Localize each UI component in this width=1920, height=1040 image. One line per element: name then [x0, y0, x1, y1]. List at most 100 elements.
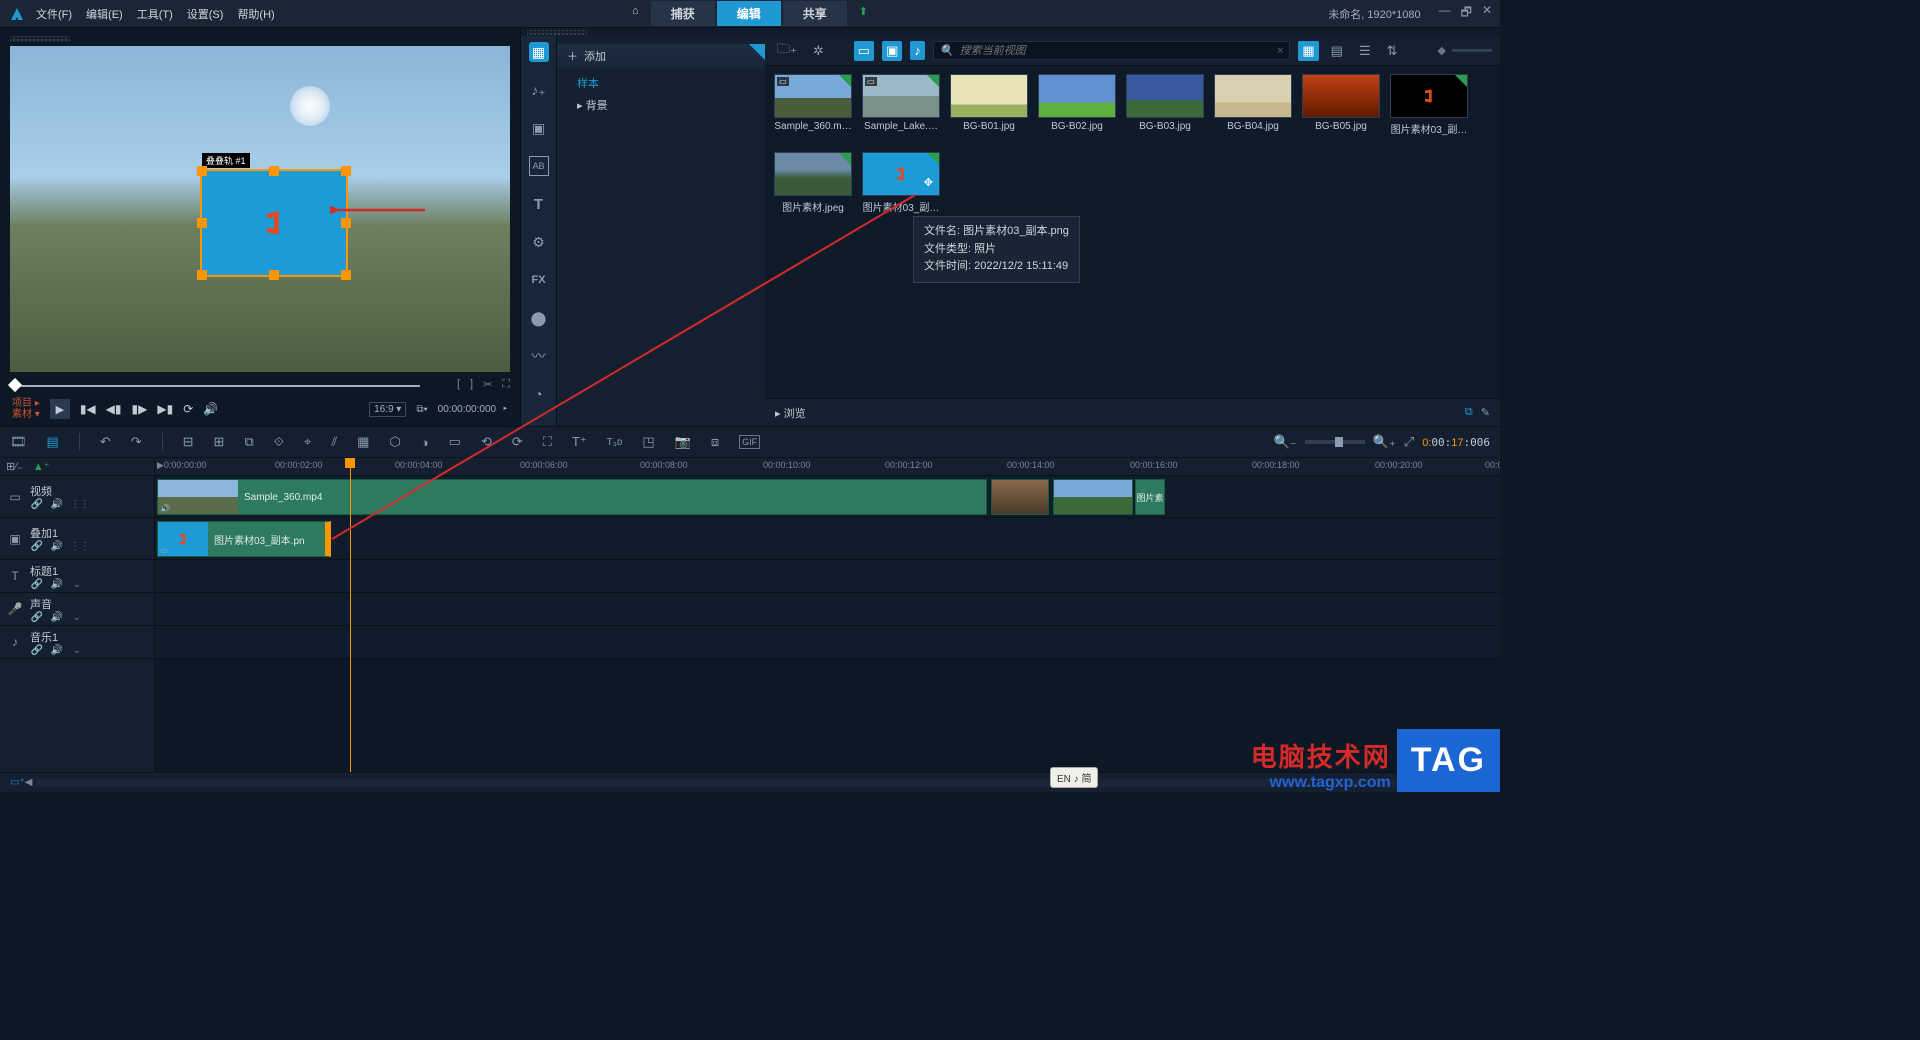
overlay-tab-icon[interactable]: ⚙: [529, 232, 549, 252]
step-fwd-icon[interactable]: ▮▶: [132, 402, 148, 416]
storyboard-view-icon[interactable]: 🎞: [10, 434, 27, 450]
tool-9-icon[interactable]: ◑: [421, 435, 429, 450]
thumbnail-size-slider[interactable]: [1452, 49, 1492, 52]
crop-icon[interactable]: ⧉▾: [416, 404, 427, 415]
timeline-timecode[interactable]: 0:0:00:17:00600:17:006: [1422, 436, 1490, 449]
tree-item-sample[interactable]: 样本: [557, 72, 765, 94]
browse-button[interactable]: ▸ 浏览: [775, 405, 806, 421]
status-icon[interactable]: ▭⁺: [10, 777, 25, 788]
minimize-icon[interactable]: —: [1439, 3, 1451, 24]
play-button[interactable]: ▶: [50, 399, 70, 419]
scroll-left-icon[interactable]: ◀: [25, 777, 33, 788]
expand-track-icon[interactable]: ⌄: [70, 645, 84, 656]
video-track[interactable]: Sample_360.mp4 🔊 图片素: [155, 476, 1500, 518]
mark-in-icon[interactable]: [: [457, 378, 460, 391]
tool-4-icon[interactable]: ⟐: [274, 434, 284, 450]
redo-icon[interactable]: ↷: [131, 434, 142, 450]
tool-13-icon[interactable]: ⛶: [543, 434, 552, 450]
title-track[interactable]: [155, 560, 1500, 593]
snapshot-icon[interactable]: 📷: [675, 434, 691, 450]
tool-1-icon[interactable]: ⊟: [183, 434, 194, 450]
preview-mode-label[interactable]: 项目 ▸ 素材 ▾: [12, 398, 40, 420]
grip-icon[interactable]: [10, 36, 70, 42]
media-item[interactable]: BG-B03.jpg: [1125, 74, 1205, 136]
add-media-button[interactable]: ＋ 添加: [557, 44, 765, 68]
menu-file[interactable]: 文件(F): [36, 6, 72, 22]
link-icon[interactable]: 🔗: [30, 612, 44, 623]
link-icon[interactable]: 🔗: [30, 541, 44, 552]
ar-tab-icon[interactable]: ◔: [529, 384, 549, 404]
video-clip-2[interactable]: [991, 479, 1049, 515]
3d-tool-icon[interactable]: T₃ᴅ: [607, 437, 623, 448]
filter-video-icon[interactable]: ▭: [854, 41, 874, 61]
media-item[interactable]: ▭Sample_360.m…: [773, 74, 853, 136]
video-clip-4[interactable]: 图片素: [1135, 479, 1165, 515]
goto-start-icon[interactable]: ▮◀: [80, 402, 96, 416]
tab-share[interactable]: 共享: [783, 1, 847, 26]
edit-clip-icon[interactable]: ✎: [1481, 406, 1490, 419]
view-large-icon[interactable]: ▦: [1298, 41, 1318, 61]
aspect-ratio-selector[interactable]: 16:9 ▾: [369, 402, 406, 417]
media-item[interactable]: BG-B02.jpg: [1037, 74, 1117, 136]
preview-viewport[interactable]: 叠叠轨 #1: [10, 46, 510, 372]
color-tab-icon[interactable]: ⬤: [529, 308, 549, 328]
fit-timeline-icon[interactable]: ⤢: [1404, 434, 1414, 450]
resize-handle[interactable]: [197, 166, 207, 176]
home-icon[interactable]: ⌂: [622, 1, 649, 26]
resize-handle[interactable]: [341, 218, 351, 228]
tool-6-icon[interactable]: ⫽: [331, 434, 337, 450]
motion-tab-icon[interactable]: 〰: [529, 346, 549, 366]
overlay-track[interactable]: 图片素材03_副本.pn ▭: [155, 518, 1500, 560]
loop-icon[interactable]: ⟳: [183, 402, 193, 416]
scrubber-track[interactable]: [10, 385, 420, 387]
resize-handle[interactable]: [197, 270, 207, 280]
media-item[interactable]: 图片素材.jpeg: [773, 152, 853, 214]
step-back-icon[interactable]: ◀▮: [106, 402, 122, 416]
goto-end-icon[interactable]: ▶▮: [157, 402, 173, 416]
tree-item-background[interactable]: ▸ 背景: [557, 94, 765, 116]
tool-12-icon[interactable]: ⟳: [512, 434, 523, 450]
link-icon[interactable]: 🔗: [30, 499, 44, 510]
playhead[interactable]: [350, 458, 351, 772]
search-input[interactable]: 🔍 ×: [933, 41, 1291, 60]
menu-help[interactable]: 帮助(H): [237, 6, 274, 22]
gif-tool-icon[interactable]: GIF: [739, 435, 760, 449]
tool-17-icon[interactable]: ⧈: [711, 434, 719, 450]
mute-icon[interactable]: 🔊: [50, 612, 64, 623]
restore-icon[interactable]: 🗗: [1461, 3, 1472, 24]
media-item[interactable]: BG-B01.jpg: [949, 74, 1029, 136]
subtitle-tool-icon[interactable]: ◳: [642, 434, 654, 450]
filter-photo-icon[interactable]: ▣: [882, 41, 902, 61]
tool-8-icon[interactable]: ⬡: [389, 434, 400, 450]
zoom-out-icon[interactable]: 🔍₋: [1274, 434, 1297, 450]
zoom-slider[interactable]: [1305, 440, 1365, 444]
tool-5-icon[interactable]: ⌖: [304, 434, 311, 450]
tool-7-icon[interactable]: ▦: [357, 434, 369, 450]
view-medium-icon[interactable]: ▤: [1327, 41, 1347, 61]
media-item[interactable]: 图片素材03_副…: [1389, 74, 1469, 136]
add-track-icon[interactable]: ⊞⁄₋: [6, 460, 23, 473]
menu-tools[interactable]: 工具(T): [137, 6, 173, 22]
resize-handle[interactable]: [341, 270, 351, 280]
timeline-ruler[interactable]: ▶0:00:00:00 00:00:02:00 00:00:04:00 00:0…: [155, 458, 1500, 476]
media-item[interactable]: BG-B05.jpg: [1301, 74, 1381, 136]
expand-track-icon[interactable]: ⌄: [70, 612, 84, 623]
resize-handle[interactable]: [269, 166, 279, 176]
media-item[interactable]: ✥图片素材03_副…: [861, 152, 941, 214]
music-track[interactable]: [155, 626, 1500, 659]
undo-icon[interactable]: ↶: [100, 434, 111, 450]
resize-handle[interactable]: [197, 218, 207, 228]
tab-capture[interactable]: 捕获: [651, 1, 715, 26]
timeline-view-icon[interactable]: ▤: [47, 434, 59, 450]
video-clip-3[interactable]: [1053, 479, 1133, 515]
tool-11-icon[interactable]: ⟲: [481, 434, 492, 450]
transitions-tab-icon[interactable]: ▣: [529, 118, 549, 138]
resize-handle[interactable]: [341, 166, 351, 176]
expand-icon[interactable]: ⛶: [502, 378, 510, 391]
tool-3-icon[interactable]: ⧉: [244, 434, 253, 450]
expand-track-icon[interactable]: ⌄: [70, 579, 84, 590]
mute-icon[interactable]: 🔊: [50, 499, 64, 510]
filter-audio-icon[interactable]: ♪: [910, 41, 925, 60]
fx-tab-icon[interactable]: FX: [529, 270, 549, 290]
menu-settings[interactable]: 设置(S): [187, 6, 224, 22]
